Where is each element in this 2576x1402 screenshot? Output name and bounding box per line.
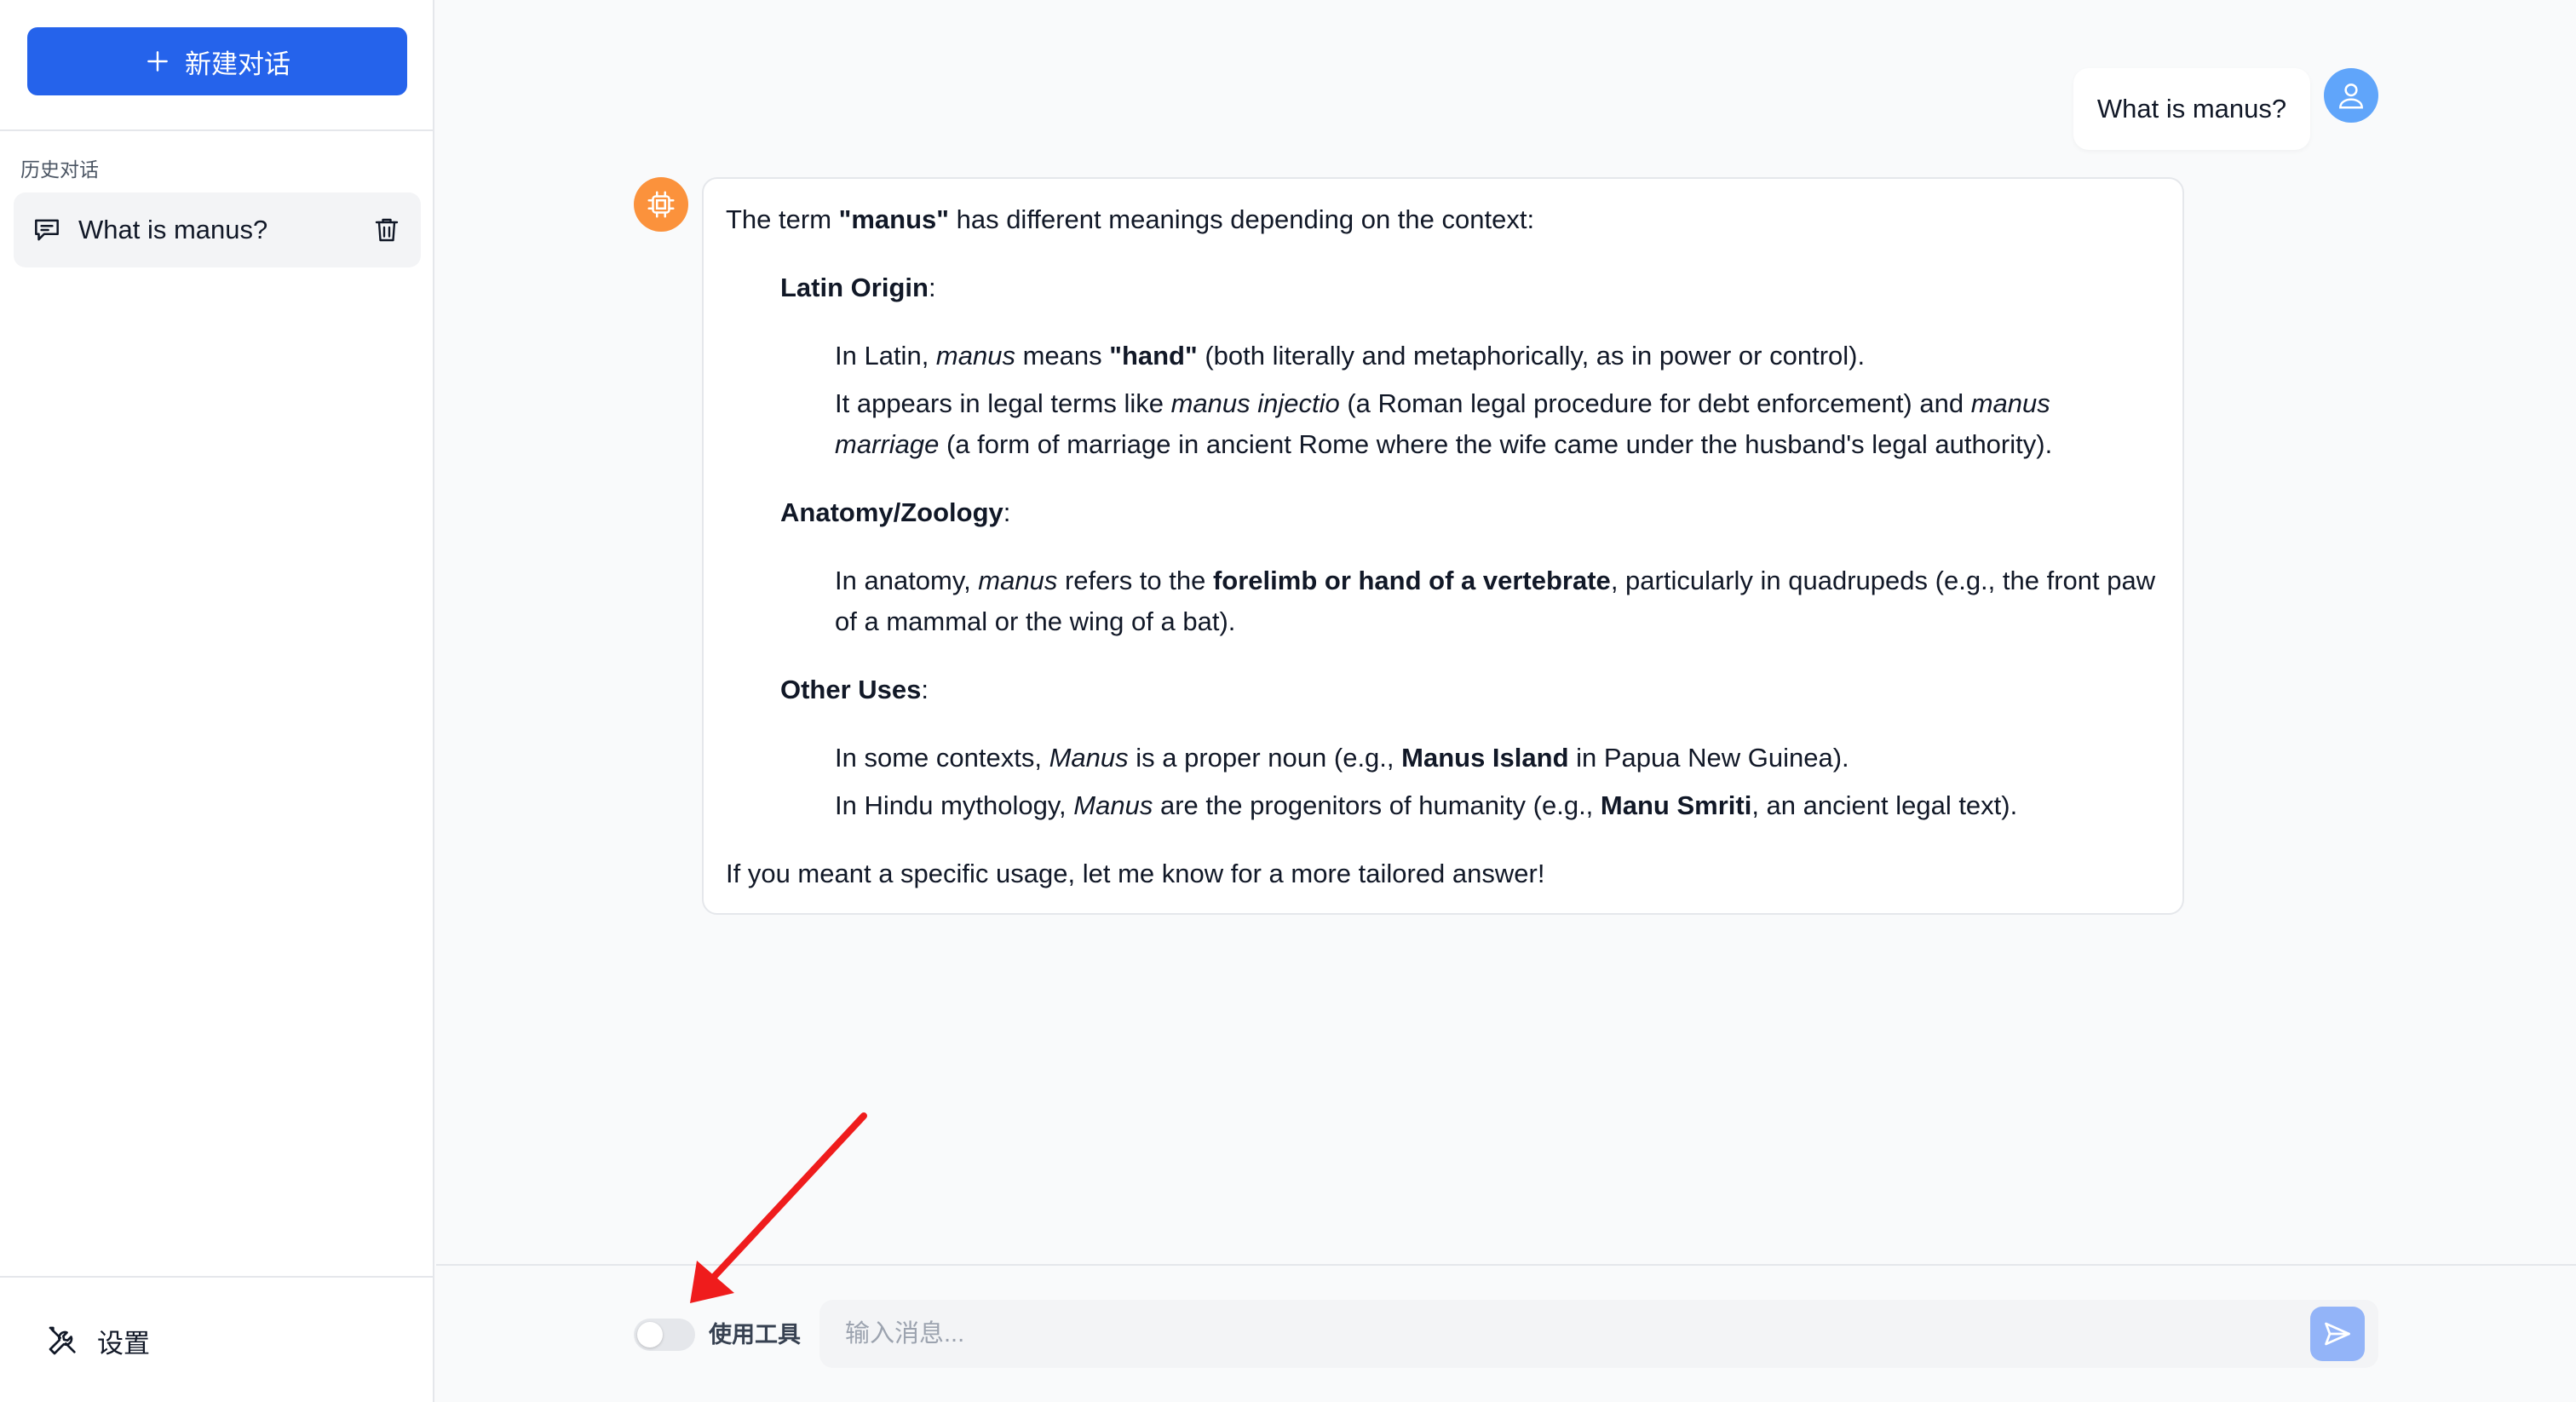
new-chat-button[interactable]: 新建对话 xyxy=(27,27,407,95)
user-message-text: What is manus? xyxy=(2096,94,2287,124)
section-heading: Other Uses: xyxy=(780,675,929,704)
use-tools-toggle[interactable] xyxy=(634,1319,695,1351)
section-list-item: In Latin, manus means "hand" (both liter… xyxy=(835,341,1866,371)
chat-bubble-icon xyxy=(35,219,59,241)
new-chat-label: 新建对话 xyxy=(185,49,290,79)
history-item-title: What is manus? xyxy=(78,215,268,244)
user-icon xyxy=(2339,83,2363,109)
section-list: In Latin, manus means "hand" (both liter… xyxy=(835,336,2160,465)
intro-term: "manus" xyxy=(838,204,949,234)
send-icon xyxy=(2325,1322,2350,1346)
use-tools-label: 使用工具 xyxy=(709,1322,801,1347)
section-list: In anatomy, manus refers to the forelimb… xyxy=(835,560,2160,642)
sidebar-divider xyxy=(0,129,433,131)
app-window: 新建对话 历史对话 What is manus? 设置 What is manu… xyxy=(0,0,2576,1402)
section-list-item: It appears in legal terms like manus inj… xyxy=(835,388,2053,459)
section-heading: Latin Origin: xyxy=(780,273,936,302)
section-list-item: In some contexts, Manus is a proper noun… xyxy=(835,743,1849,773)
user-avatar xyxy=(2324,68,2378,123)
delete-conversation-button[interactable] xyxy=(370,213,404,247)
sidebar: 新建对话 历史对话 What is manus? 设置 xyxy=(0,0,434,1402)
assistant-sections: Latin Origin: In Latin, manus means "hand… xyxy=(726,267,2160,826)
assistant-message-bubble: The term "manus" has different meanings … xyxy=(702,177,2184,915)
history-heading: 历史对话 xyxy=(20,158,99,181)
trash-icon xyxy=(375,218,399,242)
tools-icon xyxy=(49,1326,76,1355)
intro-text-end: has different meanings depending on the … xyxy=(948,204,1535,234)
section-list-item: In anatomy, manus refers to the forelimb… xyxy=(835,566,2156,636)
settings-label: 设置 xyxy=(97,1328,150,1359)
message-input[interactable] xyxy=(819,1300,2378,1368)
toggle-knob xyxy=(637,1322,663,1347)
bot-avatar xyxy=(634,177,688,232)
history-item[interactable]: What is manus? xyxy=(14,192,421,267)
section-list-item: In Hindu mythology, Manus are the progen… xyxy=(835,790,2018,820)
settings-button[interactable]: 设置 xyxy=(46,1317,150,1365)
cpu-icon xyxy=(647,191,675,218)
section-list: In some contexts, Manus is a proper noun… xyxy=(835,738,2160,826)
assistant-intro: The term "manus" has different meanings … xyxy=(726,199,2160,240)
send-button[interactable] xyxy=(2310,1307,2365,1361)
sidebar-bottom-divider xyxy=(0,1276,433,1278)
user-message-bubble: What is manus? xyxy=(2073,68,2310,150)
intro-text: The term xyxy=(726,204,839,234)
section-heading: Anatomy/Zoology: xyxy=(780,497,1011,527)
assistant-closing: If you meant a specific usage, let me kn… xyxy=(726,859,1545,888)
plus-icon xyxy=(147,51,168,72)
